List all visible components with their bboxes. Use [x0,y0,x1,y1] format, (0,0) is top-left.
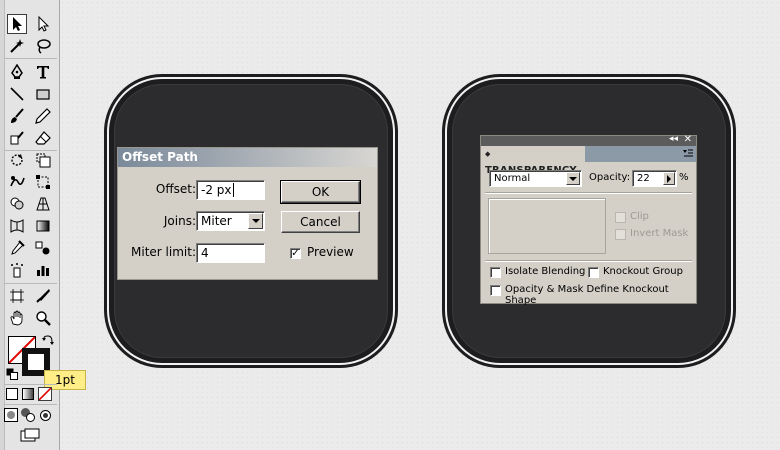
opacity-input[interactable]: 22 [632,170,677,187]
opacity-slider-arrow-icon[interactable] [663,172,675,185]
eyedropper-tool-icon[interactable] [7,238,27,258]
transparency-panel: ◂◂ ✕ ◆ TRANSPARENCY Normal Opacity: 22 %… [481,134,696,306]
scale-tool-icon[interactable] [33,150,53,170]
mask-thumbnail[interactable] [488,198,606,254]
color-mode-icon[interactable] [6,388,18,400]
offset-input[interactable]: -2 px [196,180,265,200]
draw-behind-icon[interactable] [21,408,35,422]
tab-arrows-icon: ◆ [485,150,491,158]
knockout-group-checkbox[interactable] [588,267,599,278]
slice-tool-icon[interactable] [33,286,53,306]
miter-limit-input[interactable]: 4 [196,243,265,263]
ok-button[interactable]: OK [280,180,361,204]
symbol-sprayer-tool-icon[interactable] [7,260,27,280]
preview-label: Preview [307,245,354,259]
blob-brush-tool-icon[interactable] [7,128,27,148]
offset-path-dialog: Offset Path Offset: -2 px Joins: Miter M… [118,148,377,279]
close-icon[interactable]: ✕ [684,134,692,145]
tools-panel: 1pt [0,0,86,450]
opacity-label: Opacity: [589,172,631,183]
opacity-value: 22 [637,173,650,184]
blend-mode-value: Normal [494,173,531,184]
eraser-tool-icon[interactable] [33,128,53,148]
color-mode-buttons [6,387,52,402]
opacity-mask-knockout-checkbox[interactable] [490,285,501,296]
panel-menu-icon[interactable] [683,149,693,159]
column-graph-tool-icon[interactable] [33,260,53,280]
blend-tool-icon[interactable] [33,238,53,258]
miter-limit-value: 4 [201,246,209,260]
panel-title-bar[interactable]: ◂◂ ✕ [481,134,696,146]
line-segment-tool-icon[interactable] [7,84,27,104]
clip-checkbox[interactable] [615,212,626,223]
hand-tool-icon[interactable] [7,308,27,328]
opacity-mask-knockout-label: Opacity & Mask Define Knockout Shape [505,284,669,306]
draw-mode-buttons [4,408,52,422]
warp-tool-icon[interactable] [7,172,27,192]
mesh-tool-icon[interactable] [7,216,27,236]
opacity-unit: % [679,172,689,183]
knockout-group-label: Knockout Group [603,266,683,277]
preview-checkbox[interactable]: ✓ [290,248,301,259]
isolate-blending-checkbox[interactable] [490,267,501,278]
screen-mode-icon[interactable] [20,428,42,442]
dialog-title[interactable]: Offset Path [118,148,377,167]
clip-label: Clip [630,211,649,222]
perspective-grid-tool-icon[interactable] [33,194,53,214]
pen-tool-icon[interactable] [7,62,27,82]
magic-wand-tool-icon[interactable] [7,36,27,56]
artboard-tool-icon[interactable] [7,286,27,306]
direct-selection-tool-icon[interactable] [33,14,53,34]
shape-builder-tool-icon[interactable] [7,194,27,214]
zoom-tool-icon[interactable] [33,308,53,328]
default-fill-stroke-icon[interactable] [6,368,18,383]
invert-mask-label: Invert Mask [630,228,689,239]
chevron-down-icon[interactable] [248,213,263,229]
selection-tool-icon[interactable] [7,14,27,34]
toolbar-grip[interactable] [0,0,5,450]
paintbrush-tool-icon[interactable] [7,106,27,126]
offset-value: -2 px [201,183,232,197]
cancel-button[interactable]: Cancel [281,211,360,233]
collapse-panel-icon[interactable]: ◂◂ [669,134,678,144]
lasso-tool-icon[interactable] [33,36,53,56]
rectangle-tool-icon[interactable] [33,84,53,104]
miter-limit-label: Miter limit: [131,245,196,259]
pencil-tool-icon[interactable] [33,106,53,126]
draw-inside-icon[interactable] [38,408,52,422]
invert-mask-checkbox[interactable] [615,229,626,240]
joins-select[interactable]: Miter [196,211,265,231]
chevron-down-icon[interactable] [566,172,580,185]
gradient-mode-icon[interactable] [22,388,34,400]
offset-label: Offset: [155,182,196,196]
none-mode-icon[interactable] [38,387,52,401]
isolate-blending-label: Isolate Blending [505,266,586,277]
gradient-tool-icon[interactable] [33,216,53,236]
tab-transparency[interactable]: ◆ TRANSPARENCY [481,146,585,176]
free-transform-tool-icon[interactable] [33,172,53,192]
blend-mode-select[interactable]: Normal [489,170,582,187]
swap-fill-stroke-icon[interactable] [42,334,54,349]
rotate-tool-icon[interactable] [7,150,27,170]
joins-value: Miter [201,214,232,228]
joins-label: Joins: [163,214,196,228]
draw-normal-icon[interactable] [4,408,18,422]
type-tool-icon[interactable] [33,62,53,82]
